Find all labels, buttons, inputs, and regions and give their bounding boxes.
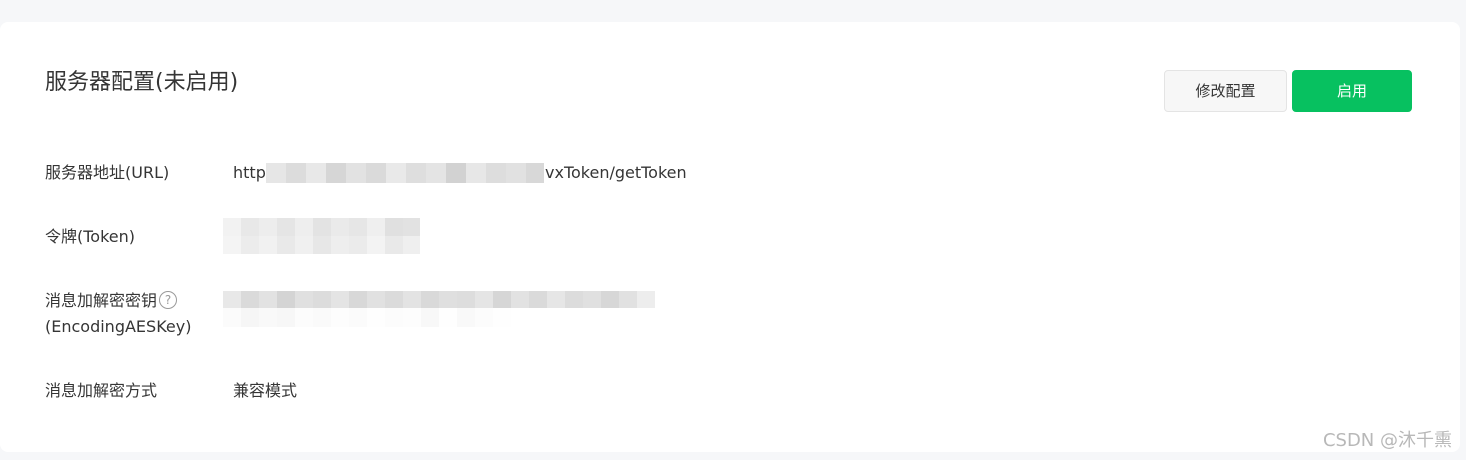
enable-button[interactable]: 启用 [1292, 70, 1412, 112]
page-title: 服务器配置(未启用) [45, 70, 239, 95]
help-icon[interactable]: ? [159, 290, 178, 309]
modify-config-button[interactable]: 修改配置 [1164, 70, 1287, 112]
url-value-prefix: http [233, 163, 266, 182]
encrypt-mode-value: 兼容模式 [233, 381, 298, 400]
redacted-aes-key-mosaic [223, 291, 655, 327]
redacted-url-mosaic [266, 163, 544, 183]
aes-key-label-line2: (EncodingAESKey) [45, 317, 192, 336]
encrypt-mode-label: 消息加解密方式 [45, 381, 158, 400]
url-value-suffix: vxToken/getToken [545, 163, 687, 182]
token-label: 令牌(Token) [45, 227, 136, 246]
aes-key-label: 消息加解密密钥? (EncodingAESKey) [45, 288, 191, 340]
url-label: 服务器地址(URL) [45, 163, 170, 182]
aes-key-label-line1: 消息加解密密钥 [45, 291, 158, 310]
watermark: CSDN @沐千熏 [1322, 430, 1452, 451]
redacted-token-mosaic [223, 218, 420, 254]
